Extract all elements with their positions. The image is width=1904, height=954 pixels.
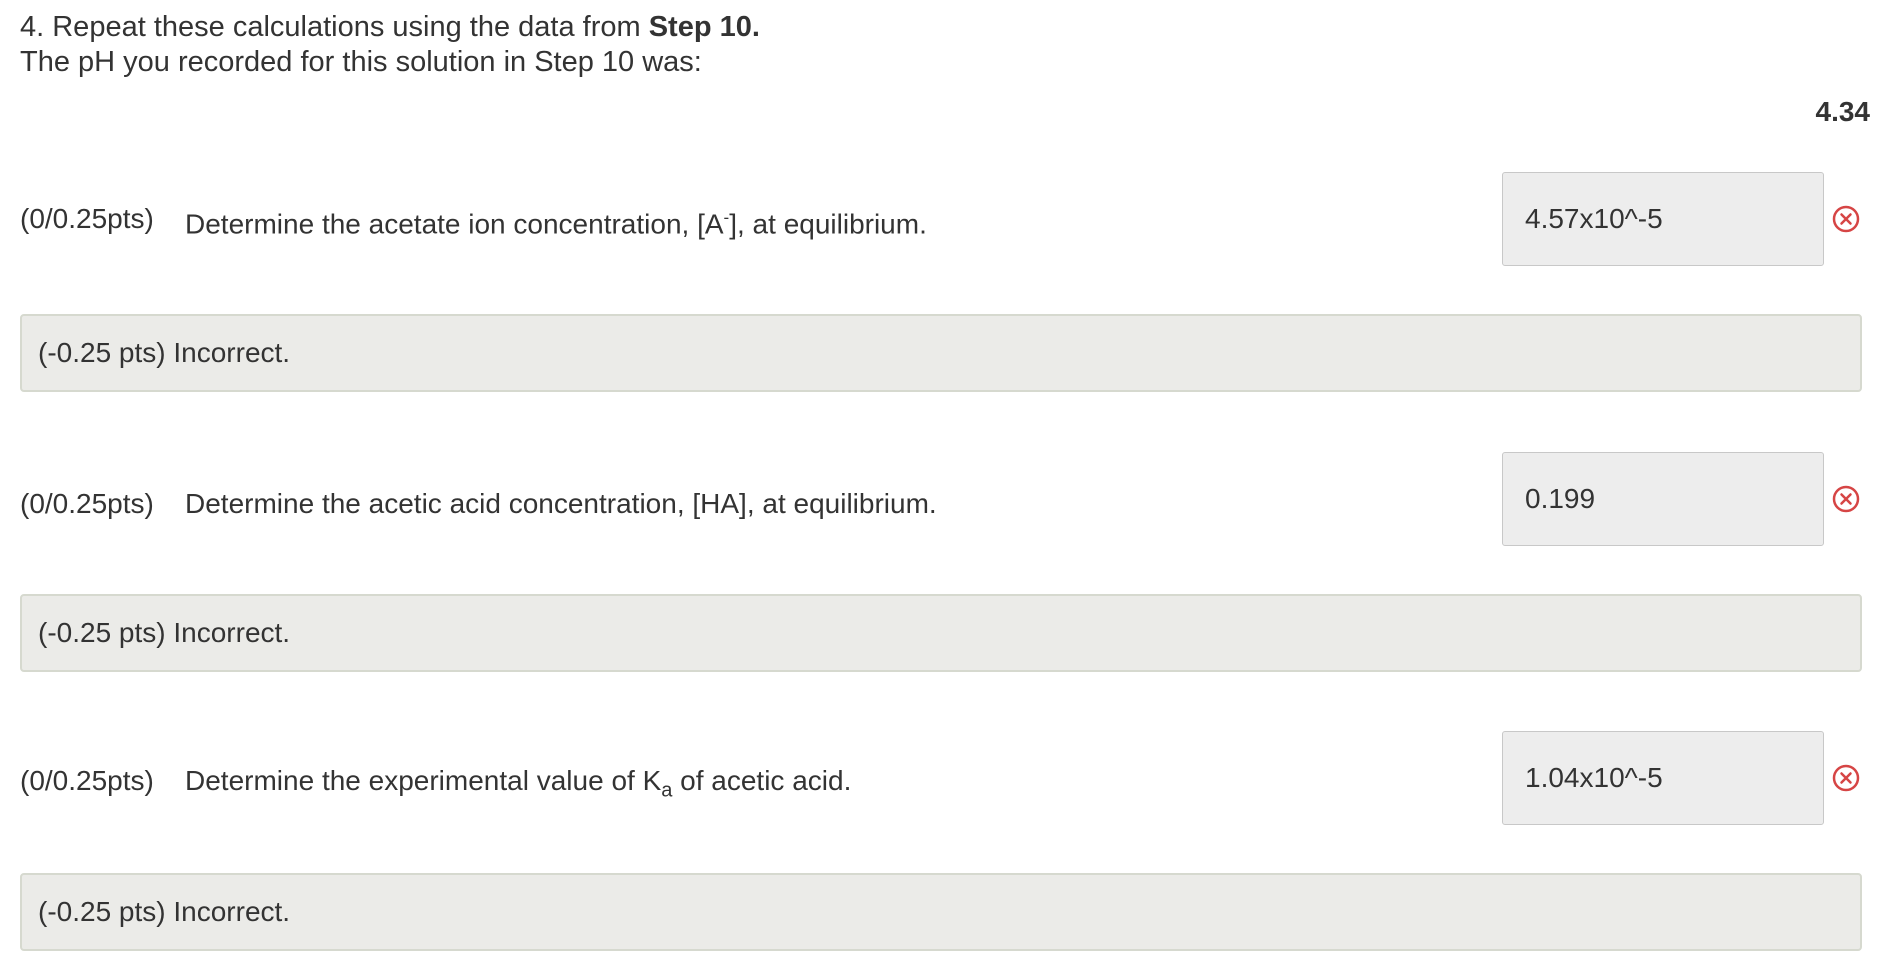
question-text-subscript: a bbox=[661, 779, 673, 802]
question-header: 4. Repeat these calculations using the d… bbox=[20, 10, 760, 80]
question-text: Determine the experimental value of Ka o… bbox=[185, 765, 851, 803]
question-points: (0/0.25pts) bbox=[20, 765, 154, 796]
recorded-ph-value: 4.34 bbox=[1815, 96, 1871, 127]
question-text: Determine the acetate ion concentration,… bbox=[185, 208, 927, 240]
feedback-acetate: (-0.25 pts) Incorrect. bbox=[20, 314, 1862, 392]
instruction-step-ref: Step 10. bbox=[648, 11, 760, 43]
answer-field-acetate[interactable]: 4.57x10^-5 bbox=[1502, 172, 1824, 266]
question-row-ka: (0/0.25pts) Determine the experimental v… bbox=[20, 731, 1870, 827]
question-row-acetic-acid: (0/0.25pts) Determine the acetic acid co… bbox=[20, 452, 1870, 548]
question-row-acetate: (0/0.25pts) Determine the acetate ion co… bbox=[20, 172, 1870, 268]
question-text-part: of acetic acid. bbox=[672, 765, 852, 796]
question-points: (0/0.25pts) bbox=[20, 488, 154, 519]
answer-field-acetic-acid[interactable]: 0.199 bbox=[1502, 452, 1824, 546]
feedback-acetic-acid: (-0.25 pts) Incorrect. bbox=[20, 594, 1862, 672]
question-points: (0/0.25pts) bbox=[20, 203, 154, 234]
answer-field-ka[interactable]: 1.04x10^-5 bbox=[1502, 731, 1824, 825]
question-prompt: The pH you recorded for this solution in… bbox=[20, 46, 702, 78]
question-text: Determine the acetic acid concentration,… bbox=[185, 488, 937, 519]
incorrect-circle-x-icon bbox=[1832, 205, 1860, 233]
question-text-part: Determine the experimental value of K bbox=[185, 765, 662, 796]
question-text-part: ], at equilibrium. bbox=[729, 208, 927, 240]
feedback-ka: (-0.25 pts) Incorrect. bbox=[20, 873, 1862, 951]
incorrect-circle-x-icon bbox=[1832, 764, 1860, 792]
incorrect-circle-x-icon bbox=[1832, 485, 1860, 513]
question-text-part: Determine the acetate ion concentration,… bbox=[185, 208, 724, 240]
question-instruction: 4. Repeat these calculations using the d… bbox=[20, 10, 760, 45]
instruction-text: 4. Repeat these calculations using the d… bbox=[20, 11, 649, 43]
